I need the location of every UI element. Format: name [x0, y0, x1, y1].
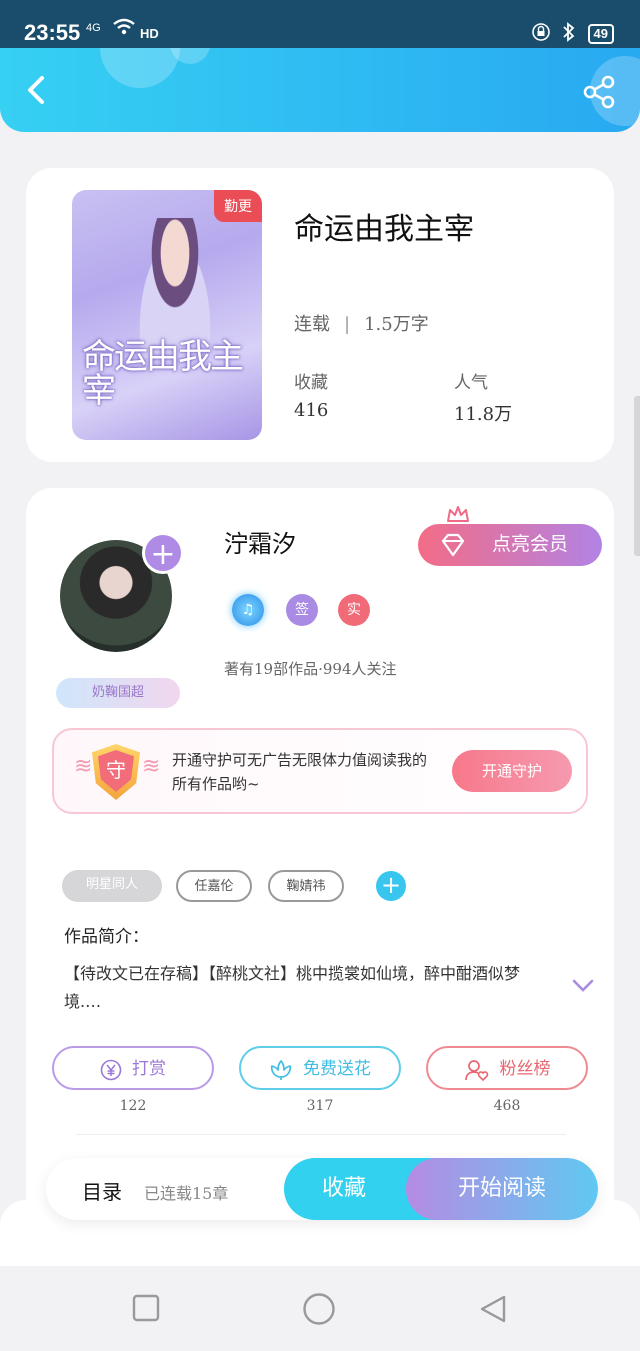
send-flower-button[interactable]: 免费送花 [239, 1046, 401, 1090]
circle-icon [303, 1293, 335, 1325]
section-divider [76, 1134, 566, 1135]
edge-drag-handle[interactable] [634, 396, 640, 556]
network-indicator: 4G [86, 22, 101, 34]
vip-button-label: 点亮会员 [492, 534, 569, 555]
popularity-value: 11.8万 [454, 404, 513, 425]
tag-chip[interactable]: 任嘉伦 [176, 870, 252, 902]
chapter-count: 已连载15章 [144, 1184, 229, 1203]
reward-button[interactable]: 打赏 [52, 1046, 214, 1090]
square-icon [132, 1294, 160, 1322]
lock-icon [531, 23, 550, 44]
plus-icon: + [380, 871, 402, 899]
back-nav-button[interactable] [478, 1294, 508, 1328]
home-button[interactable] [302, 1292, 336, 1330]
fan-badge: 奶鞠国超 [56, 678, 180, 708]
open-guard-button[interactable]: 开通守护 [452, 750, 572, 792]
header-bubble-decoration [100, 48, 180, 88]
status-right: 49 [531, 22, 614, 45]
share-icon [583, 75, 615, 109]
author-name: 泞霜汐 [224, 530, 296, 558]
signed-badge-icon: 签 [286, 594, 318, 626]
chevron-down-icon [572, 979, 594, 992]
reward-label: 打赏 [132, 1059, 166, 1078]
flower-icon [270, 1059, 292, 1080]
fan-ranking-button[interactable]: 粉丝榜 [426, 1046, 588, 1090]
recent-apps-button[interactable] [132, 1294, 160, 1326]
verified-badge-icon: 实 [338, 594, 370, 626]
cover-title-art: 命运由我主宰 [82, 337, 244, 411]
guard-promo-text: 开通守护可无广告无限体力值阅读我的所有作品哟~ [172, 751, 428, 793]
tag-chip[interactable]: 明星同人 [62, 870, 162, 902]
music-badge-icon: ♫ [232, 594, 264, 626]
meta-divider: | [344, 314, 351, 335]
start-reading-button[interactable]: 开始阅读 [406, 1158, 598, 1220]
word-count: 1.5万字 [364, 314, 429, 335]
reading-action-bar: 目录 已连载15章 收藏 开始阅读 [46, 1158, 598, 1220]
book-cover[interactable]: 命运由我主宰 勤更 [72, 190, 262, 440]
expand-intro-button[interactable] [572, 978, 594, 992]
favorites-label: 收藏 [294, 373, 328, 393]
book-meta: 连载 | 1.5万字 [294, 310, 429, 336]
book-title: 命运由我主宰 [294, 212, 474, 247]
reward-count: 122 [119, 1098, 147, 1114]
popularity-label: 人气 [454, 373, 488, 393]
plus-icon: + [150, 537, 176, 572]
wifi-icon [112, 18, 136, 41]
flower-count: 317 [306, 1098, 334, 1114]
send-flower-label: 免费送花 [303, 1059, 371, 1078]
author-card: + 奶鞠国超 泞霜汐 点亮会员 ♫ 签 实 著有19部作品·994人关注 ≋ 守… [26, 488, 614, 1248]
system-navigation-bar [0, 1266, 640, 1351]
wing-right-icon: ≋ [142, 754, 161, 779]
fan-icon [464, 1059, 488, 1081]
triangle-back-icon [480, 1295, 506, 1323]
status-time: 23:55 [24, 20, 81, 45]
status-bar: 23:55 4G HD 49 [0, 0, 640, 48]
add-tag-button[interactable]: + [376, 871, 406, 901]
tag-chip[interactable]: 鞠婧祎 [268, 870, 344, 902]
battery-indicator: 49 [587, 23, 614, 44]
vip-button[interactable]: 点亮会员 [418, 524, 602, 566]
intro-label: 作品简介： [64, 927, 149, 947]
table-of-contents-button[interactable]: 目录 [82, 1176, 122, 1205]
book-status: 连载 [294, 314, 330, 335]
share-button[interactable] [582, 74, 618, 110]
favorite-button-label: 收藏 [321, 1176, 366, 1201]
intro-text: 【待改文已在存稿】【醉桃文社】桃中揽裳如仙境，醉中酣酒似梦境.… [64, 964, 521, 1011]
favorites-value: 416 [294, 400, 329, 421]
follow-author-button[interactable]: + [142, 532, 184, 574]
chevron-left-icon [28, 76, 44, 104]
back-button[interactable] [20, 70, 60, 110]
fan-ranking-label: 粉丝榜 [499, 1059, 551, 1078]
bluetooth-icon [562, 22, 576, 45]
wing-left-icon: ≋ [74, 754, 93, 779]
book-info-card: 命运由我主宰 勤更 命运由我主宰 连载 | 1.5万字 收藏 416 人气 11.8… [26, 168, 614, 462]
author-works-summary: 著有19部作品·994人关注 [224, 660, 397, 678]
fan-count: 468 [493, 1098, 521, 1114]
update-badge: 勤更 [214, 190, 262, 222]
yuan-icon [100, 1059, 122, 1080]
hd-indicator: HD [140, 26, 159, 41]
guard-promo-box: ≋ 守 ≋ 开通守护可无广告无限体力值阅读我的所有作品哟~ 开通守护 [52, 728, 588, 814]
diamond-icon [441, 533, 465, 557]
header-bar [0, 48, 640, 132]
